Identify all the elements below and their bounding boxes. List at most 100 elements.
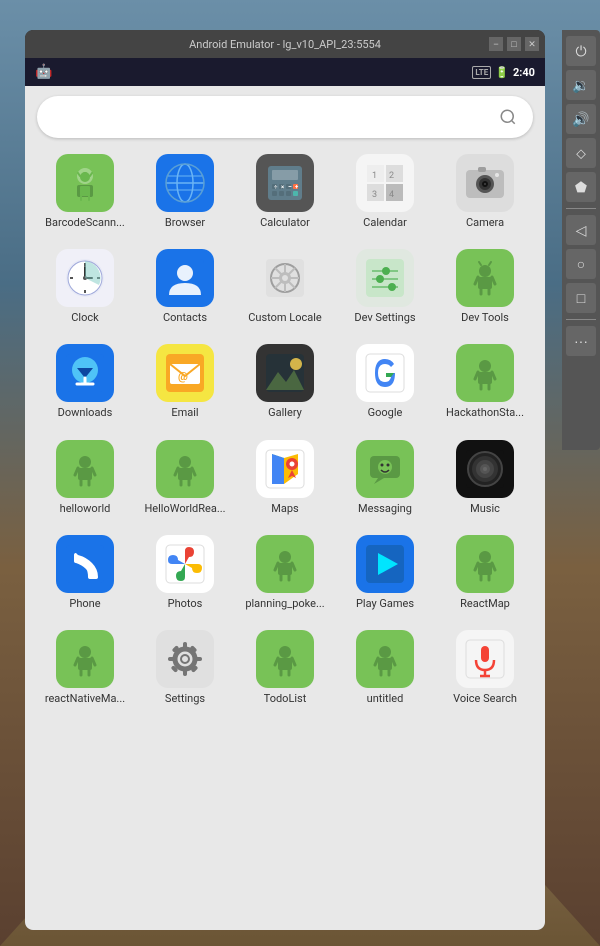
app-dev-tools[interactable]: Dev Tools [440,241,530,332]
android-status-icon: 🤖 [35,64,52,80]
svg-text:1: 1 [372,171,377,181]
app-hackathon[interactable]: HackathonSta... [440,336,530,427]
rotate2-button[interactable]: ⬟ [566,172,596,202]
close-button[interactable]: ✕ [525,37,539,51]
app-untitled[interactable]: untitled [340,622,430,713]
app-row-3: Downloads @ Email [35,336,535,427]
reactnative-icon [56,630,114,688]
more-button[interactable]: ··· [566,326,596,356]
app-helloworldreact[interactable]: HelloWorldRea... [140,432,230,523]
app-settings[interactable]: Settings [140,622,230,713]
google-icon [356,344,414,402]
app-label: Custom Locale [248,311,322,324]
app-photos[interactable]: Photos [140,527,230,618]
app-calculator[interactable]: ÷ × − + Calculator [240,146,330,237]
app-email[interactable]: @ Email [140,336,230,427]
volume-down-button[interactable]: 🔉 [566,70,596,100]
app-google[interactable]: Google [340,336,430,427]
volume-up-button[interactable]: 🔊 [566,104,596,134]
app-label: untitled [367,692,404,705]
browser-icon [156,154,214,212]
app-label: Phone [69,597,100,610]
dev-settings-icon [356,249,414,307]
app-label: TodoList [264,692,307,705]
svg-text:4: 4 [389,190,394,200]
window-title: Android Emulator - lg_v10_API_23:5554 [189,38,381,51]
app-label: Dev Tools [461,311,509,324]
status-left: 🤖 [35,64,472,80]
recents-button[interactable]: □ [566,283,596,313]
divider2 [566,319,596,320]
app-label: Settings [165,692,205,705]
divider [566,208,596,209]
app-label: reactNativeMa... [45,692,125,705]
app-row-4: helloworld HelloWor [35,432,535,523]
svg-text:2: 2 [389,171,394,181]
time-display: 2:40 [513,66,535,79]
app-label: Voice Search [453,692,517,705]
status-bar: 🤖 LTE 🔋 2:40 [25,58,545,86]
app-label: helloworld [60,502,111,515]
app-label: Photos [168,597,203,610]
search-icon [499,108,517,126]
title-bar: Android Emulator - lg_v10_API_23:5554 − … [25,30,545,58]
app-phone[interactable]: Phone [40,527,130,618]
phone-icon [56,535,114,593]
app-label: ReactMap [460,597,510,610]
app-barcodescanner[interactable]: BarcodeScann... [40,146,130,237]
svg-text:3: 3 [372,190,377,200]
app-todolist[interactable]: TodoList [240,622,330,713]
app-custom-locale[interactable]: Custom Locale [240,241,330,332]
minimize-button[interactable]: − [489,37,503,51]
emulator-frame: Android Emulator - lg_v10_API_23:5554 − … [25,30,545,930]
app-label: Music [470,502,500,515]
app-planning[interactable]: planning_poke... [240,527,330,618]
search-input[interactable] [53,109,499,125]
app-messaging[interactable]: Messaging [340,432,430,523]
app-camera[interactable]: Camera [440,146,530,237]
email-icon: @ [156,344,214,402]
custom-locale-icon [256,249,314,307]
app-downloads[interactable]: Downloads [40,336,130,427]
untitled-icon [356,630,414,688]
app-voicesearch[interactable]: Voice Search [440,622,530,713]
home-button[interactable]: ○ [566,249,596,279]
rotate-button[interactable]: ⬦ [566,138,596,168]
app-contacts[interactable]: Contacts [140,241,230,332]
todolist-icon [256,630,314,688]
app-label: HackathonSta... [446,406,524,419]
playgames-icon [356,535,414,593]
app-reactmap[interactable]: ReactMap [440,527,530,618]
app-row-2: Clock Contacts [35,241,535,332]
maximize-button[interactable]: □ [507,37,521,51]
search-bar[interactable] [37,96,533,138]
app-browser[interactable]: Browser [140,146,230,237]
svg-text:÷: ÷ [274,184,278,191]
barcodescanner-icon [56,154,114,212]
app-reactnative[interactable]: reactNativeMa... [40,622,130,713]
voicesearch-icon [456,630,514,688]
back-button[interactable]: ◁ [566,215,596,245]
app-helloworld[interactable]: helloworld [40,432,130,523]
planning-icon [256,535,314,593]
app-row-1: BarcodeScann... Browser [35,146,535,237]
app-screen: BarcodeScann... Browser [25,86,545,930]
app-label: Downloads [58,406,113,419]
app-gallery[interactable]: Gallery [240,336,330,427]
app-dev-settings[interactable]: Dev Settings [340,241,430,332]
app-music[interactable]: Music [440,432,530,523]
power-button[interactable]: ⏻ [566,36,596,66]
helloworldreact-icon [156,440,214,498]
reactmap-icon [456,535,514,593]
app-label: Calendar [363,216,407,229]
app-label: Camera [466,216,504,229]
svg-text:−: − [288,183,292,191]
app-playgames[interactable]: Play Games [340,527,430,618]
app-calendar[interactable]: 1 2 3 4 Calendar [340,146,430,237]
app-label: Play Games [356,597,414,610]
app-label: Calculator [260,216,310,229]
app-clock[interactable]: Clock [40,241,130,332]
contacts-icon [156,249,214,307]
app-maps[interactable]: Maps [240,432,330,523]
maps-icon [256,440,314,498]
